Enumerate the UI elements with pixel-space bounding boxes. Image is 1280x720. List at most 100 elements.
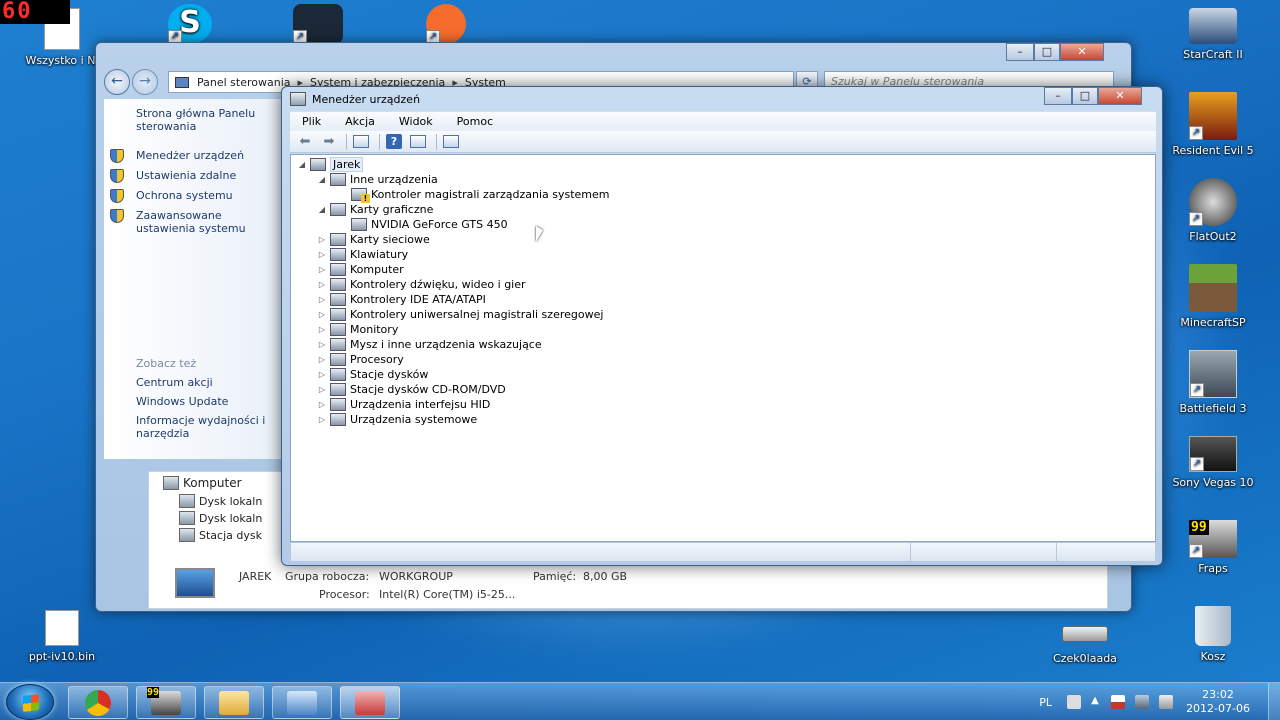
device-category[interactable]: ◢ Karty graficzne [317,202,433,217]
expand-icon[interactable]: ▷ [317,295,327,304]
device-category[interactable]: ▷ Kontrolery IDE ATA/ATAPI [317,292,486,307]
menu-file[interactable]: Plik [290,115,333,128]
expand-icon[interactable]: ▷ [317,400,327,409]
device-category[interactable]: ▷ Procesory [317,352,404,367]
action-center-flag-icon[interactable] [1111,695,1126,709]
menu-view[interactable]: Widok [387,115,445,128]
task-link[interactable]: Zaawansowane ustawienia systemu [136,209,281,235]
start-button[interactable] [6,684,54,720]
expand-icon[interactable]: ▷ [317,385,327,394]
desktop-icon-resident-evil[interactable]: ↗ Resident Evil 5 [1165,92,1261,157]
device-item[interactable]: Kontroler magistrali zarządzania systeme… [338,187,610,203]
device-category[interactable]: ▷ Klawiatury [317,247,408,262]
properties-icon[interactable] [353,135,369,148]
menu-bar: Plik Akcja Widok Pomoc [290,111,1156,131]
device-category[interactable]: ▷ Karty sieciowe [317,232,430,247]
desktop-icon-czekolada[interactable]: Czek0laada [1037,620,1133,665]
disc-drive-icon [179,528,195,542]
details-icon[interactable] [410,135,426,148]
expand-icon[interactable]: ▷ [317,415,327,424]
tree-item-drive[interactable]: Dysk lokaln [179,494,262,508]
expand-icon[interactable]: ▷ [317,280,327,289]
taskbar-chrome[interactable] [68,686,128,719]
expand-icon[interactable]: ▷ [317,265,327,274]
language-indicator[interactable]: PL [1039,696,1052,709]
device-label: Karty graficzne [350,203,434,216]
tree-root[interactable]: ◢ Jarek [297,157,364,172]
tree-item-computer[interactable]: Komputer [163,476,242,490]
maximize-button[interactable]: □ [1034,43,1060,61]
forward-arrow-icon[interactable]: ➡ [318,133,340,151]
expand-icon[interactable]: ▷ [317,370,327,379]
taskbar-control-panel[interactable] [272,686,332,719]
minimize-button[interactable]: – [1044,87,1072,105]
collapse-icon[interactable]: ◢ [317,175,327,184]
desktop-icon-battlefield[interactable]: ↗ Battlefield 3 [1165,350,1261,415]
desktop-icon-fraps[interactable]: 99 ↗ Fraps [1165,520,1261,575]
desktop-icon-starcraft[interactable]: StarCraft II [1165,8,1261,61]
desktop-icon-flatout[interactable]: ↗ FlatOut2 [1165,178,1261,243]
device-category[interactable]: ▷ Urządzenia interfejsu HID [317,397,490,412]
device-category[interactable]: ▷ Urządzenia systemowe [317,412,477,427]
expand-icon[interactable]: ▷ [317,355,327,364]
see-also-link[interactable]: Informacje wydajności i narzędzia [136,414,281,440]
flatout-icon: ↗ [1189,178,1237,226]
taskbar-fraps[interactable]: 99 [136,686,196,719]
tree-item-drive[interactable]: Stacja dysk [179,528,262,542]
forward-button[interactable]: → [132,69,158,95]
tree-item-drive[interactable]: Dysk lokaln [179,511,262,525]
device-category[interactable]: ▷ Kontrolery uniwersalnej magistrali szer… [317,307,603,322]
expand-icon[interactable]: ▷ [317,325,327,334]
expand-icon[interactable]: ▷ [317,235,327,244]
help-icon[interactable]: ? [386,134,402,149]
breadcrumb-item[interactable]: Panel sterowania [197,76,291,89]
device-manager-window[interactable]: Menedżer urządzeń – □ ✕ Plik Akcja Widok… [281,86,1163,566]
menu-action[interactable]: Akcja [333,115,387,128]
taskbar-explorer[interactable] [204,686,264,719]
collapse-icon[interactable]: ◢ [317,205,327,214]
close-button[interactable]: ✕ [1098,87,1142,105]
resident-evil-icon: ↗ [1189,92,1237,140]
expand-icon[interactable]: ▷ [317,310,327,319]
keyboard-icon[interactable] [1067,695,1082,709]
volume-icon[interactable] [1159,695,1174,709]
collapse-icon[interactable]: ◢ [297,160,307,169]
see-also-link[interactable]: Centrum akcji [136,376,213,389]
folder-icon [219,690,249,715]
show-desktop-button[interactable] [1268,683,1280,720]
desktop-icon-ppt[interactable]: ppt-iv10.bin [14,610,110,663]
device-manager-icon [290,92,306,106]
task-link[interactable]: Ustawienia zdalne [136,169,236,182]
menu-help[interactable]: Pomoc [445,115,505,128]
control-panel-home-link[interactable]: Strona główna Panelu sterowania [136,107,276,133]
device-icon [330,233,346,246]
device-category[interactable]: ▷ Mysz i inne urządzenia wskazujące [317,337,542,352]
expand-icon[interactable]: ▷ [317,340,327,349]
device-category[interactable]: ▷ Stacje dysków [317,367,428,382]
maximize-button[interactable]: □ [1072,87,1098,105]
network-icon[interactable] [1135,695,1150,709]
taskbar-device-manager[interactable] [340,686,400,719]
see-also-link[interactable]: Windows Update [136,395,228,408]
device-category[interactable]: ◢ Inne urządzenia [317,172,438,187]
device-category[interactable]: ▷ Kontrolery dźwięku, wideo i gier [317,277,526,292]
back-button[interactable]: ← [104,69,130,95]
desktop-icon-recycle-bin[interactable]: Kosz [1165,606,1261,663]
task-link[interactable]: Menedżer urządzeń [136,149,244,162]
device-category[interactable]: ▷ Monitory [317,322,398,337]
scan-hardware-icon[interactable] [443,135,459,148]
device-category[interactable]: ▷ Komputer [317,262,404,277]
clock[interactable]: 23:02 2012-07-06 [1186,688,1250,716]
device-label: Karty sieciowe [350,233,430,246]
device-item[interactable]: NVIDIA GeForce GTS 450 [338,217,508,232]
desktop-icon-minecraft[interactable]: MinecraftSP [1165,264,1261,329]
task-link[interactable]: Ochrona systemu [136,189,233,202]
device-category[interactable]: ▷ Stacje dysków CD-ROM/DVD [317,382,506,397]
device-tree[interactable]: ◢ Jarek ◢ Inne urządzenia Kontroler magist… [290,154,1156,542]
tray-show-hidden-icon[interactable]: ▲ [1091,695,1101,709]
desktop-icon-vegas[interactable]: ↗ Sony Vegas 10 [1165,436,1261,489]
back-arrow-icon[interactable]: ⬅ [294,133,316,151]
expand-icon[interactable]: ▷ [317,250,327,259]
close-button[interactable]: ✕ [1060,43,1104,61]
minimize-button[interactable]: – [1006,43,1034,61]
